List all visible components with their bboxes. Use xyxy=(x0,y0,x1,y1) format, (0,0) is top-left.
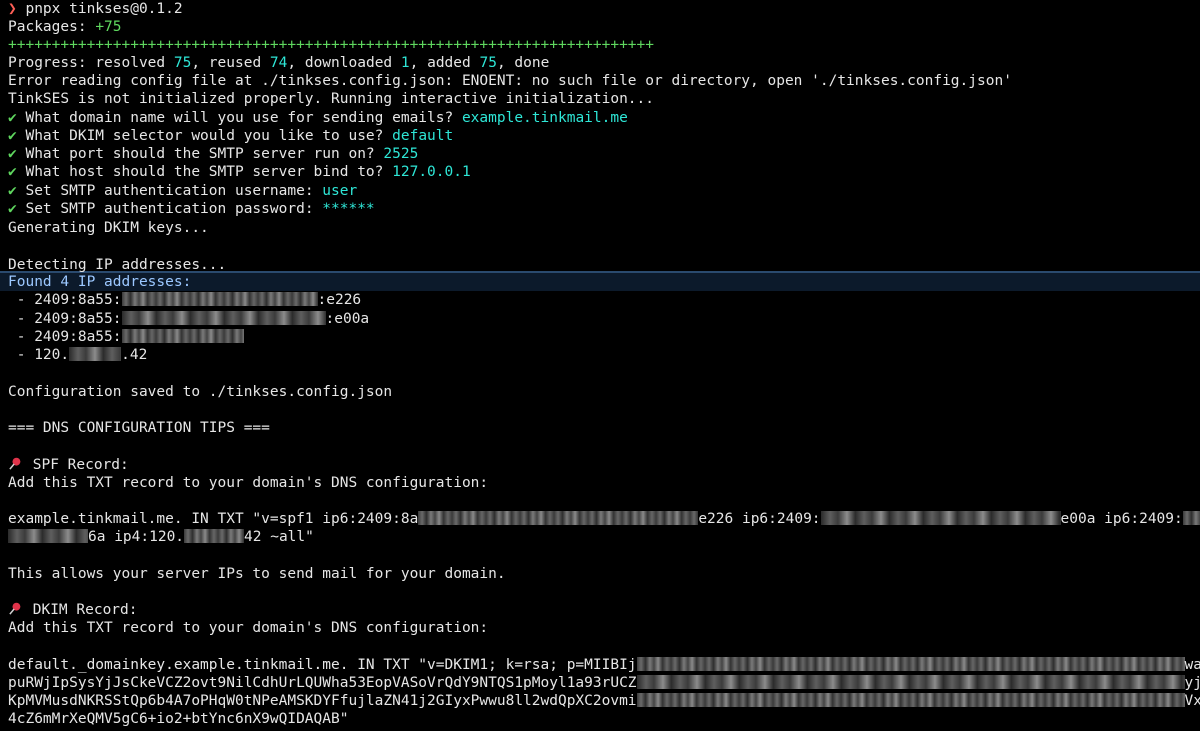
question-line: ✔ What domain name will you use for send… xyxy=(8,110,628,126)
command-text: pnpx tinkses@0.1.2 xyxy=(25,1,183,17)
redacted-block xyxy=(121,311,326,325)
ip-item: - 2409:8a55::e226 xyxy=(8,292,362,308)
check-icon: ✔ xyxy=(8,183,17,199)
answer-text: default xyxy=(392,128,454,144)
ip-item: - 2409:8a55::e00a xyxy=(8,311,370,327)
dns-header: === DNS CONFIGURATION TIPS === xyxy=(8,420,270,436)
dkim-title: DKIM Record: xyxy=(8,601,138,619)
question-line: ✔ Set SMTP authentication password: ****… xyxy=(8,201,375,217)
redacted-block xyxy=(121,329,244,343)
question-line: ✔ What DKIM selector would you like to u… xyxy=(8,128,454,144)
ip-item: - 120. .42 xyxy=(8,347,148,363)
redacted-block xyxy=(121,292,318,306)
progress-bar: ++++++++++++++++++++++++++++++++++++++++… xyxy=(8,37,655,53)
spf-record-line: 6a ip4:120. 42 ~all" xyxy=(8,528,314,546)
check-icon: ✔ xyxy=(8,146,17,162)
dkim-record-line: puRWjIpSysYjJsCkeVCZ2ovt9NilCdhUrLQUWha5… xyxy=(8,675,1200,691)
dkim-record-line: default._domainkey.example.tinkmail.me. … xyxy=(8,657,1200,673)
redacted-block xyxy=(184,529,245,543)
found-ip-line: Found 4 IP addresses: xyxy=(8,274,192,290)
ip-item: - 2409:8a55: xyxy=(8,328,244,346)
answer-text: example.tinkmail.me xyxy=(461,110,628,126)
init-line: TinkSES is not initialized properly. Run… xyxy=(8,91,655,107)
prompt-line: ❯ pnpx tinkses@0.1.2 xyxy=(8,0,183,18)
redacted-block xyxy=(418,511,699,525)
detecting-line: Detecting IP addresses... xyxy=(8,257,227,273)
answer-text: 2525 xyxy=(383,146,419,162)
redacted-block xyxy=(69,347,122,361)
dkim-record-line: KpMVMusdNKRSStQp6b4A7oPHqW0tNPeAMSKDYFfu… xyxy=(8,693,1200,709)
pushpin-icon xyxy=(8,601,24,619)
answer-text: 127.0.0.1 xyxy=(392,164,471,180)
check-icon: ✔ xyxy=(8,164,17,180)
redacted-block xyxy=(636,657,1185,671)
spf-instruction: Add this TXT record to your domain's DNS… xyxy=(8,475,489,491)
redacted-block xyxy=(820,511,1061,525)
question-line: ✔ Set SMTP authentication username: user xyxy=(8,183,358,199)
spf-title: SPF Record: xyxy=(8,456,129,474)
answer-text: ****** xyxy=(322,201,375,217)
dkim-instruction: Add this TXT record to your domain's DNS… xyxy=(8,620,489,636)
question-line: ✔ What port should the SMTP server run o… xyxy=(8,146,419,162)
spf-note: This allows your server IPs to send mail… xyxy=(8,566,506,582)
check-icon: ✔ xyxy=(8,110,17,126)
packages-count: +75 xyxy=(95,19,122,35)
progress-line: Progress: resolved 75, reused 74, downlo… xyxy=(8,55,550,71)
redacted-block xyxy=(8,529,88,543)
packages-line: Packages: +75 xyxy=(8,19,122,35)
terminal-window: ❯ pnpx tinkses@0.1.2 Packages: +75 +++++… xyxy=(0,0,1200,731)
check-icon: ✔ xyxy=(8,128,17,144)
question-line: ✔ What host should the SMTP server bind … xyxy=(8,164,471,180)
answer-text: user xyxy=(322,183,358,199)
dkim-record-line: 4cZ6mMrXeQMV5gC6+io2+btYnc6nX9wQIDAQAB" xyxy=(8,711,349,727)
pushpin-icon xyxy=(8,456,24,474)
redacted-block xyxy=(636,693,1185,707)
spf-record-line: example.tinkmail.me. IN TXT "v=spf1 ip6:… xyxy=(8,510,1200,528)
redacted-block xyxy=(636,675,1185,689)
saved-line: Configuration saved to ./tinkses.config.… xyxy=(8,384,393,400)
check-icon: ✔ xyxy=(8,201,17,217)
error-line: Error reading config file at ./tinkses.c… xyxy=(8,73,1012,89)
redacted-block xyxy=(1182,511,1200,525)
generating-line: Generating DKIM keys... xyxy=(8,220,209,236)
prompt-chevron-icon: ❯ xyxy=(8,1,17,17)
